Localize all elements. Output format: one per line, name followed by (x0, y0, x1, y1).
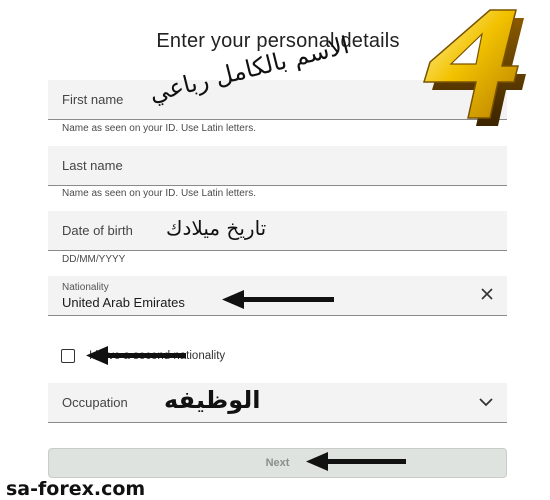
nationality-label: Nationality (62, 282, 109, 293)
arrow-left-icon (306, 452, 406, 471)
last-name-field[interactable]: Last name (48, 146, 507, 186)
last-name-label: Last name (62, 158, 123, 173)
step-four-logo (422, 9, 526, 126)
last-name-helper: Name as seen on your ID. Use Latin lette… (62, 188, 256, 199)
first-name-helper: Name as seen on your ID. Use Latin lette… (62, 123, 256, 134)
arrow-left-icon (222, 290, 334, 309)
next-button[interactable]: Next (48, 448, 507, 478)
close-icon[interactable] (479, 286, 495, 302)
annotation-birth-date: تاريخ ميلادك (166, 216, 267, 240)
occupation-select[interactable]: Occupation (48, 383, 507, 423)
date-of-birth-helper: DD/MM/YYYY (62, 254, 126, 265)
chevron-down-icon (479, 398, 493, 407)
first-name-label: First name (62, 92, 124, 107)
personal-details-page: Enter your personal details First name N… (0, 0, 550, 500)
date-of-birth-label: Date of birth (62, 223, 133, 238)
arrow-left-icon (86, 346, 186, 365)
annotation-job: الوظيفه (164, 386, 261, 414)
second-nationality-checkbox[interactable] (61, 349, 75, 363)
watermark: sa-forex.com (6, 478, 146, 500)
occupation-label: Occupation (62, 395, 128, 410)
nationality-value: United Arab Emirates (62, 295, 185, 310)
